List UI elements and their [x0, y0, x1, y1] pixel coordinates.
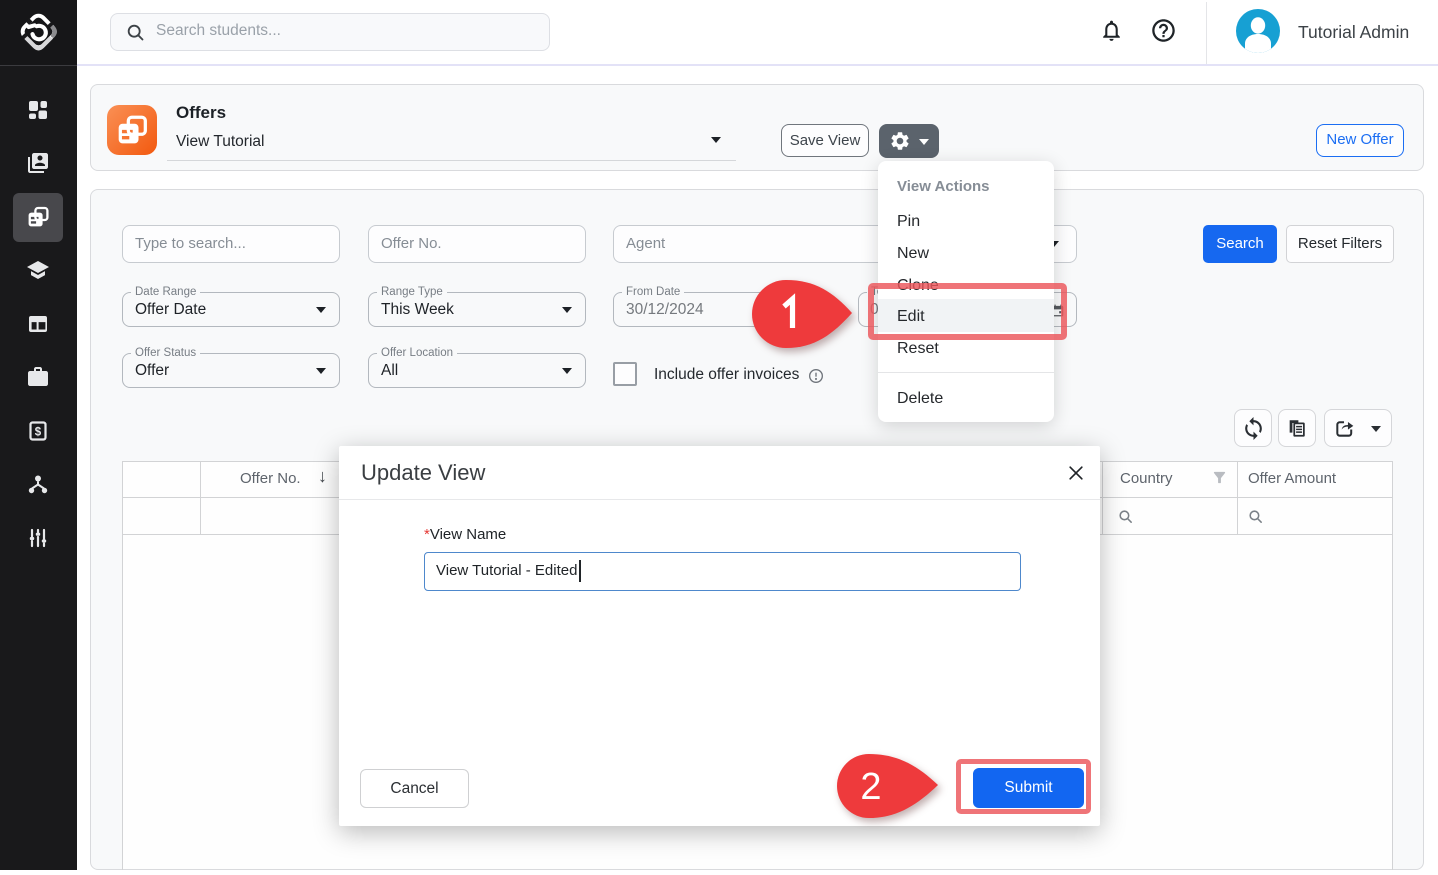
svg-text:$: $	[35, 426, 42, 438]
svg-text:2: 2	[860, 766, 881, 808]
